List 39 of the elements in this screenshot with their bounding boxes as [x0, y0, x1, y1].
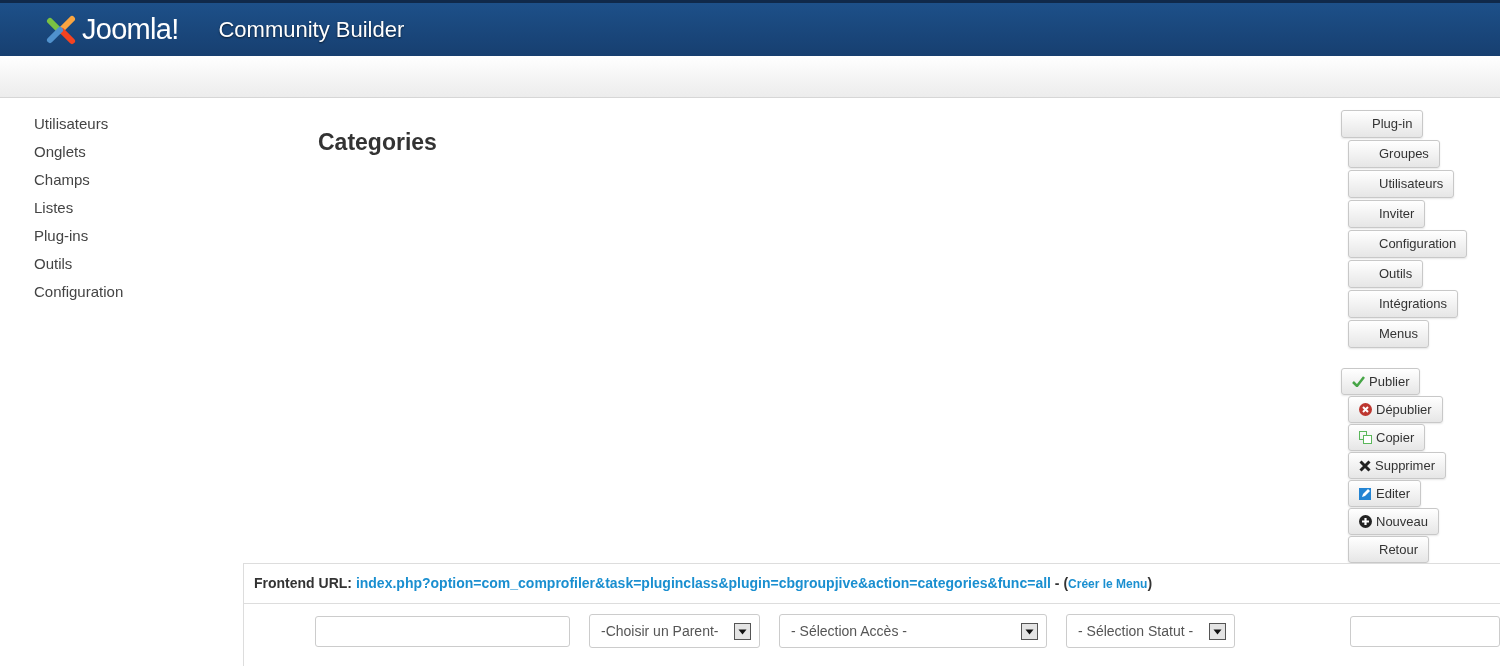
sidebar-item[interactable]: Plug-ins	[34, 226, 89, 246]
sidebar-item[interactable]: Onglets	[34, 142, 86, 162]
menu-button[interactable]: Menus	[1348, 320, 1430, 348]
filter-select[interactable]: - Sélection Accès -	[779, 614, 1047, 648]
app-title: Community Builder	[218, 16, 405, 44]
close-icon	[1359, 459, 1371, 472]
sidebar-item[interactable]: Listes	[34, 198, 74, 218]
page-title: Categories	[318, 128, 437, 157]
sidebar-item[interactable]: Champs	[34, 170, 90, 190]
menu-button[interactable]: Intégrations	[1348, 290, 1458, 318]
edit-icon	[1359, 487, 1372, 500]
copy-icon	[1359, 431, 1372, 444]
sidebar-item[interactable]: Configuration	[34, 282, 124, 302]
action-button[interactable]: Copier	[1348, 424, 1426, 451]
sidebar-item[interactable]: Utilisateurs	[34, 114, 109, 134]
sidebar-item[interactable]: Outils	[34, 254, 73, 274]
action-button[interactable]: Publier	[1341, 368, 1421, 395]
menu-button[interactable]: Configuration	[1348, 230, 1468, 258]
filter-input[interactable]	[315, 615, 570, 647]
menu-button[interactable]: Groupes	[1348, 140, 1440, 168]
action-button[interactable]: Editer	[1348, 480, 1421, 507]
check-icon	[1352, 376, 1365, 387]
filter-select[interactable]: - Sélection Statut -	[1066, 614, 1235, 648]
logo-text: Joomla!	[82, 11, 179, 47]
plus-icon	[1359, 515, 1372, 528]
action-button[interactable]: Supprimer	[1348, 452, 1446, 479]
menu-button[interactable]: Outils	[1348, 260, 1424, 288]
menu-button[interactable]: Plug-in	[1341, 110, 1424, 138]
menu-button[interactable]: Utilisateurs	[1348, 170, 1455, 198]
filter-select[interactable]: -Choisir un Parent-	[589, 614, 760, 648]
menu-button[interactable]: Inviter	[1348, 200, 1426, 228]
action-button[interactable]: Nouveau	[1348, 508, 1440, 535]
filter-input[interactable]	[1350, 615, 1500, 647]
frontend-url-text: Frontend URL: index.php?option=com_comprofiler&task=pluginclass&plugin=cbgroupjive&action=categories&func=all - (Créer le Menu)	[244, 564, 1500, 604]
action-button[interactable]: Retour	[1348, 536, 1430, 563]
action-button[interactable]: Dépublier	[1348, 396, 1443, 423]
cancel-icon	[1359, 403, 1372, 416]
create-menu-link[interactable]: Créer le Menu	[1068, 574, 1148, 593]
frontend-url-link[interactable]: index.php?option=com_comprofiler&task=pluginclass&plugin=cbgroupjive&action=categories&func=all	[355, 573, 1051, 594]
